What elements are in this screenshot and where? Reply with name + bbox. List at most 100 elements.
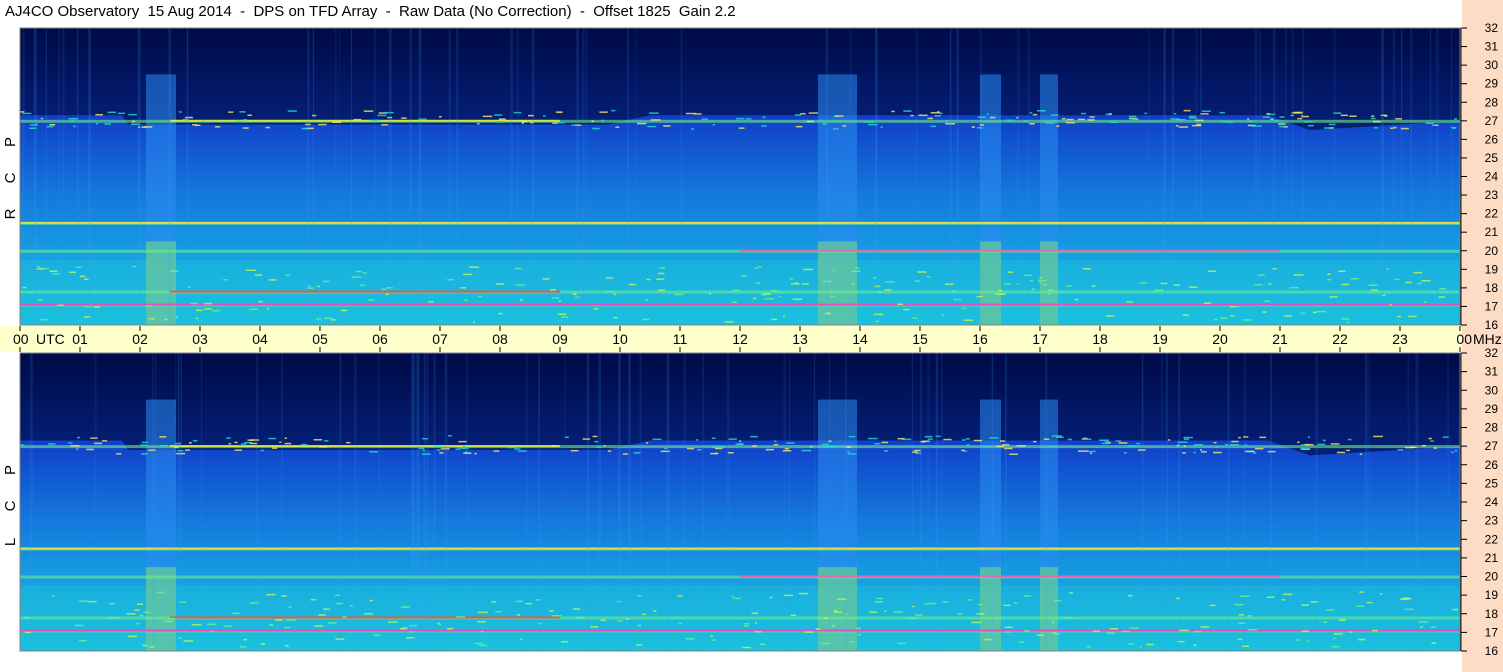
signal-speckle <box>874 601 884 603</box>
signal-speckle <box>943 438 952 441</box>
signal-speckle <box>37 299 43 301</box>
signal-speckle <box>1136 442 1141 445</box>
signal-speckle <box>561 641 568 643</box>
signal-speckle <box>228 111 234 113</box>
signal-speckle <box>1253 452 1257 454</box>
broadband-burst-low <box>1040 567 1058 651</box>
vertical-streak <box>373 28 377 325</box>
signal-speckle <box>519 638 523 641</box>
broadband-burst-low <box>146 567 176 651</box>
signal-speckle <box>876 597 883 600</box>
signal-speckle <box>1346 321 1350 323</box>
signal-speckle <box>1042 283 1048 286</box>
signal-speckle <box>1179 629 1189 632</box>
signal-speckle <box>1238 614 1245 616</box>
signal-speckle <box>381 288 387 291</box>
signal-speckle <box>517 614 520 616</box>
signal-speckle <box>312 114 317 117</box>
signal-speckle <box>185 449 190 451</box>
vertical-streak <box>1381 28 1384 325</box>
signal-speckle <box>1208 270 1217 272</box>
time-tick-label: 06 <box>372 331 388 347</box>
signal-speckle <box>867 437 878 440</box>
signal-speckle <box>1183 436 1193 439</box>
signal-speckle <box>572 293 577 295</box>
signal-speckle <box>594 440 599 443</box>
signal-speckle <box>314 625 324 627</box>
signal-speckle <box>945 120 948 122</box>
signal-speckle <box>1092 630 1100 633</box>
interference-band-peak <box>170 290 560 293</box>
signal-speckle <box>557 313 567 315</box>
signal-speckle <box>195 309 203 312</box>
signal-speckle <box>199 120 206 123</box>
signal-speckle <box>1054 599 1061 602</box>
vertical-streak <box>1195 28 1198 325</box>
signal-speckle <box>462 445 465 447</box>
signal-speckle <box>496 121 505 123</box>
signal-speckle <box>387 621 398 623</box>
signal-speckle <box>986 113 989 115</box>
signal-speckle <box>1430 626 1436 628</box>
signal-speckle <box>711 437 716 439</box>
signal-speckle <box>1349 631 1353 633</box>
signal-speckle <box>605 290 615 293</box>
signal-speckle <box>464 299 468 302</box>
signal-speckle <box>1099 439 1109 441</box>
signal-speckle <box>1051 114 1059 116</box>
signal-speckle <box>1016 445 1026 447</box>
signal-speckle <box>1139 282 1148 284</box>
signal-speckle <box>79 640 87 642</box>
signal-speckle <box>984 638 993 641</box>
vertical-streak <box>956 28 959 325</box>
signal-speckle <box>917 271 927 273</box>
vertical-streak <box>814 353 816 651</box>
signal-speckle <box>801 449 812 452</box>
vertical-streak <box>1436 28 1439 325</box>
signal-speckle <box>1004 119 1015 122</box>
frequency-tick-label: 30 <box>1485 383 1499 397</box>
signal-speckle <box>495 283 504 285</box>
signal-speckle <box>1304 121 1313 123</box>
signal-speckle <box>601 119 604 122</box>
signal-speckle <box>552 445 557 447</box>
signal-speckle <box>1281 599 1285 601</box>
signal-speckle <box>1003 283 1011 285</box>
signal-speckle <box>245 269 256 271</box>
signal-speckle <box>965 438 970 440</box>
vertical-streak <box>1368 353 1371 651</box>
signal-speckle <box>477 295 483 298</box>
signal-speckle <box>773 443 779 446</box>
signal-speckle <box>1237 638 1243 640</box>
signal-speckle <box>826 445 836 448</box>
signal-speckle <box>1009 453 1018 455</box>
signal-speckle <box>976 613 985 615</box>
signal-speckle <box>603 445 606 447</box>
vertical-streak <box>414 353 416 651</box>
signal-speckle <box>498 312 503 315</box>
vertical-streak <box>168 28 171 325</box>
signal-speckle <box>572 608 581 610</box>
vertical-streak <box>1005 353 1007 651</box>
signal-speckle <box>1139 645 1142 648</box>
vertical-streak <box>531 28 535 325</box>
time-tick-label: 07 <box>432 331 448 347</box>
signal-speckle <box>1371 289 1379 291</box>
vertical-streak <box>378 353 380 651</box>
signal-speckle <box>493 450 500 452</box>
panel-label-letter: C <box>2 500 19 511</box>
signal-speckle <box>168 618 176 620</box>
signal-speckle <box>1039 277 1042 279</box>
signal-speckle <box>51 595 56 597</box>
signal-speckle <box>318 123 327 126</box>
signal-speckle <box>1348 438 1352 441</box>
signal-speckle <box>268 279 277 281</box>
vertical-streak <box>991 353 994 651</box>
signal-speckle <box>1056 125 1060 127</box>
signal-speckle <box>1173 284 1180 286</box>
signal-speckle <box>1248 120 1253 123</box>
vertical-streak <box>177 353 180 651</box>
spectrogram-chart: R C P L C P 00 01 02 03 04 05 06 07 08 09 10 11 12 13 14 15… <box>0 0 1503 672</box>
signal-speckle <box>1193 644 1197 646</box>
frequency-tick-label: 17 <box>1485 299 1499 313</box>
